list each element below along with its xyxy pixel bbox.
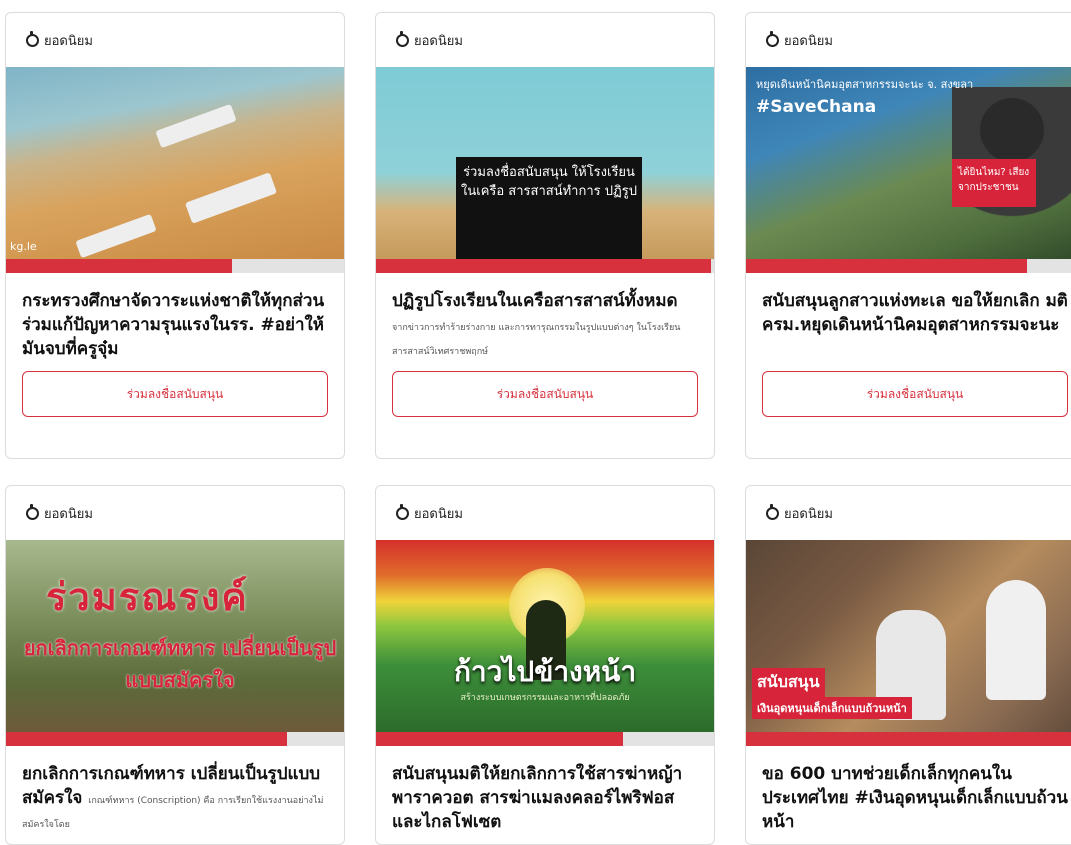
card-title[interactable]: สนับสนุนลูกสาวแห่งทะเล ขอให้ยกเลิก มติ ค… [762, 289, 1068, 353]
popular-label: ยอดนิยม [44, 506, 93, 522]
card-image[interactable]: ร่วมลงชื่อสนับสนุน ให้โรงเรียนในเครือ สา… [376, 67, 714, 259]
popular-badge: ยอดนิยม [6, 486, 344, 540]
popular-icon [396, 30, 409, 47]
petition-card[interactable]: ยอดนิยม ร่วมลงชื่อสนับสนุน ให้โรงเรียนใน… [375, 12, 715, 459]
progress-bar [746, 732, 1071, 746]
progress-bar [6, 259, 344, 273]
card-description: จากข่าวการทำร้ายร่างกาย และการทารุณกรรมใ… [392, 323, 681, 357]
progress-fill [376, 259, 711, 273]
petition-card[interactable]: ยอดนิยม kg.le กระทรวงศึกษาจัดวาระแห่งชาต… [5, 12, 345, 459]
image-caption: ร่วมลงชื่อสนับสนุน ให้โรงเรียนในเครือ สา… [456, 157, 642, 259]
popular-label: ยอดนิยม [414, 33, 463, 49]
popular-badge: ยอดนิยม [6, 13, 344, 67]
card-image[interactable]: kg.le [6, 67, 344, 259]
popular-icon [766, 30, 779, 47]
image-hashtag: #SaveChana [756, 97, 877, 117]
petition-card[interactable]: ยอดนิยม หยุดเดินหน้านิคมอุตสาหกรรมจะนะ จ… [745, 12, 1071, 459]
petition-card[interactable]: ยอดนิยม ร่วมรณรงค์ ยกเลิกการเกณฑ์ทหาร เป… [5, 485, 345, 845]
card-title[interactable]: กระทรวงศึกษาจัดวาระแห่งชาติให้ทุกส่วนร่ว… [22, 289, 328, 359]
popular-label: ยอดนิยม [414, 506, 463, 522]
card-title-text[interactable]: สนับสนุนลูกสาวแห่งทะเล ขอให้ยกเลิก มติ ค… [762, 291, 1068, 335]
popular-icon [766, 503, 779, 520]
progress-bar [6, 732, 344, 746]
image-caption: สนับสนุน [752, 668, 825, 697]
support-button[interactable]: ร่วมลงชื่อสนับสนุน [392, 371, 698, 417]
popular-label: ยอดนิยม [784, 33, 833, 49]
child-figure [986, 580, 1046, 700]
card-image[interactable]: สนับสนุน เงินอุดหนุนเด็กเล็กแบบถ้วนหน้า [746, 540, 1071, 732]
image-caption: ร่วมรณรงค์ [46, 575, 249, 619]
card-title[interactable]: ขอ 600 บาทช่วยเด็กเล็กทุกคนในประเทศไทย #… [762, 762, 1068, 834]
card-image[interactable]: ร่วมรณรงค์ ยกเลิกการเกณฑ์ทหาร เปลี่ยนเป็… [6, 540, 344, 732]
progress-bar [746, 259, 1071, 273]
popular-icon [26, 503, 39, 520]
image-subcaption: เงินอุดหนุนเด็กเล็กแบบถ้วนหน้า [752, 697, 912, 719]
popular-icon [396, 503, 409, 520]
image-subcaption: ยกเลิกการเกณฑ์ทหาร เปลี่ยนเป็นรูปแบบสมัค… [23, 636, 337, 692]
popular-label: ยอดนิยม [784, 506, 833, 522]
image-caption: หยุดเดินหน้านิคมอุตสาหกรรมจะนะ จ. สงขลา [756, 78, 974, 91]
card-title[interactable]: ยกเลิกการเกณฑ์ทหาร เปลี่ยนเป็นรูปแบบสมัค… [22, 762, 328, 834]
card-title-text[interactable]: ขอ 600 บาทช่วยเด็กเล็กทุกคนในประเทศไทย #… [762, 764, 1068, 832]
card-title-text[interactable]: กระทรวงศึกษาจัดวาระแห่งชาติให้ทุกส่วนร่ว… [22, 291, 324, 359]
petition-card[interactable]: ยอดนิยม ก้าวไปข้างหน้า สร้างระบบเกษตรกรร… [375, 485, 715, 845]
popular-label: ยอดนิยม [44, 33, 93, 49]
popular-badge: ยอดนิยม [376, 13, 714, 67]
card-title-text[interactable]: ปฏิรูปโรงเรียนในเครือสารสาสน์ทั้งหมด [392, 291, 678, 311]
progress-bar [376, 732, 714, 746]
popular-badge: ยอดนิยม [376, 486, 714, 540]
card-image[interactable]: ก้าวไปข้างหน้า สร้างระบบเกษตรกรรมและอาหา… [376, 540, 714, 732]
image-subcaption: สร้างระบบเกษตรกรรมและอาหารที่ปลอดภัย [460, 693, 630, 703]
progress-fill [6, 259, 233, 273]
progress-fill [376, 732, 623, 746]
card-title-text[interactable]: สนับสนุนมติให้ยกเลิกการใช้สารฆ่าหญ้าพารา… [392, 764, 682, 832]
card-title[interactable]: สนับสนุนมติให้ยกเลิกการใช้สารฆ่าหญ้าพารา… [392, 762, 698, 834]
progress-fill [746, 259, 1027, 273]
popular-badge: ยอดนิยม [746, 486, 1071, 540]
protest-sign: ได้ยินไหม? เสียงจากประชาชน [952, 159, 1036, 207]
progress-bar [376, 259, 714, 273]
support-button[interactable]: ร่วมลงชื่อสนับสนุน [762, 371, 1068, 417]
image-caption: kg.le [10, 240, 37, 253]
progress-fill [746, 732, 1071, 746]
image-caption: ก้าวไปข้างหน้า [453, 655, 637, 688]
popular-icon [26, 30, 39, 47]
popular-badge: ยอดนิยม [746, 13, 1071, 67]
card-title[interactable]: ปฏิรูปโรงเรียนในเครือสารสาสน์ทั้งหมด จาก… [392, 289, 698, 357]
card-image[interactable]: หยุดเดินหน้านิคมอุตสาหกรรมจะนะ จ. สงขลา … [746, 67, 1071, 259]
support-button[interactable]: ร่วมลงชื่อสนับสนุน [22, 371, 328, 417]
petition-card[interactable]: ยอดนิยม สนับสนุน เงินอุดหนุนเด็กเล็กแบบถ… [745, 485, 1071, 845]
progress-fill [6, 732, 287, 746]
